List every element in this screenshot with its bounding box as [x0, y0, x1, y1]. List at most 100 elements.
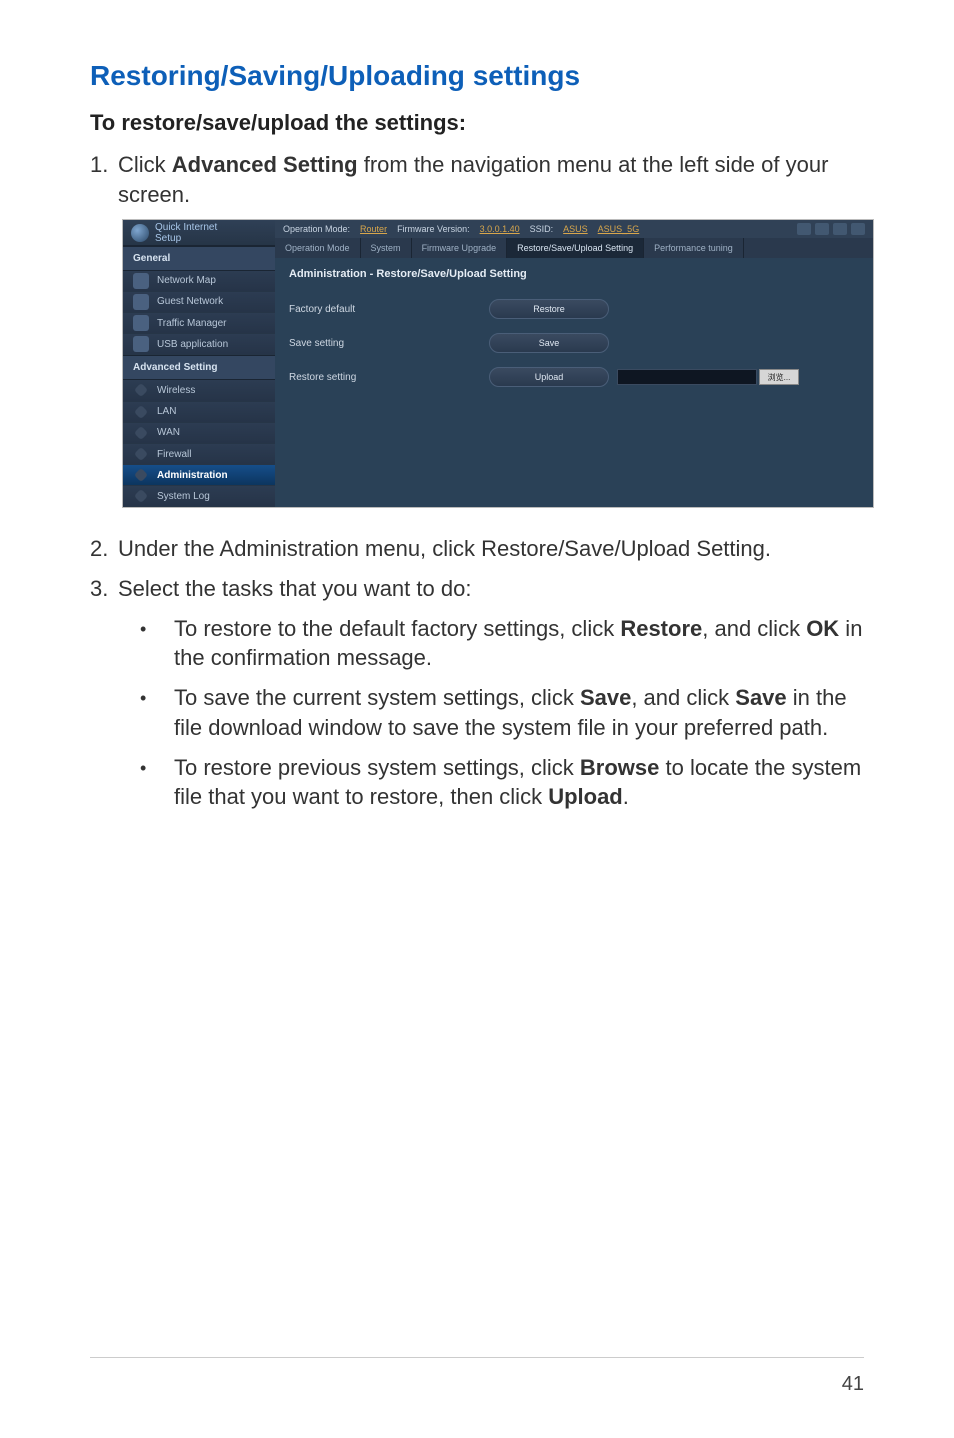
- opmode-label: Operation Mode:: [283, 224, 350, 234]
- tray-icon-1[interactable]: [797, 223, 811, 235]
- nav-wan-label: WAN: [157, 427, 180, 438]
- sidebar-item-administration[interactable]: Administration: [123, 465, 275, 486]
- guest-network-icon: [133, 294, 149, 310]
- ssid-label: SSID:: [530, 224, 554, 234]
- section-general: General: [123, 246, 275, 271]
- restore-setting-label: Restore setting: [289, 372, 489, 383]
- network-map-icon: [133, 273, 149, 289]
- nav-syslog-label: System Log: [157, 491, 210, 502]
- administration-icon: [134, 468, 148, 482]
- footer-divider: [90, 1357, 864, 1358]
- step-1-text: Click Advanced Setting from the navigati…: [118, 150, 864, 209]
- b2-b: Save: [580, 685, 631, 710]
- ssid-value-1[interactable]: ASUS: [563, 224, 588, 234]
- bullet-3-dot: •: [140, 753, 174, 812]
- wireless-icon: [134, 383, 148, 397]
- panel-title: Administration - Restore/Save/Upload Set…: [289, 268, 859, 280]
- step-3-text: Select the tasks that you want to do:: [118, 574, 864, 604]
- page-subtitle: To restore/save/upload the settings:: [90, 110, 864, 136]
- row-save-setting: Save setting Save: [289, 328, 859, 358]
- sidebar-item-wan[interactable]: WAN: [123, 423, 275, 444]
- wan-icon: [134, 426, 148, 440]
- ssid-value-2[interactable]: ASUS_5G: [598, 224, 640, 234]
- sidebar-item-system-log[interactable]: System Log: [123, 486, 275, 507]
- step-1: 1. Click Advanced Setting from the navig…: [90, 150, 864, 209]
- step-1-text-b: Advanced Setting: [172, 152, 358, 177]
- fw-label: Firmware Version:: [397, 224, 470, 234]
- b1-b: Restore: [620, 616, 702, 641]
- step-1-text-a: Click: [118, 152, 172, 177]
- nav-wireless-label: Wireless: [157, 385, 195, 396]
- row-restore-setting: Restore setting Upload 浏览...: [289, 362, 859, 392]
- quick-internet-setup[interactable]: Quick Internet Setup: [123, 220, 275, 245]
- bullet-2: • To save the current system settings, c…: [140, 683, 864, 742]
- qis-label-line1: Quick Internet: [155, 222, 217, 233]
- bullet-2-text: To save the current system settings, cli…: [174, 683, 864, 742]
- step-2-text: Under the Administration menu, click Res…: [118, 534, 864, 564]
- b3-e: .: [623, 784, 629, 809]
- usb-app-icon: [133, 336, 149, 352]
- lan-icon: [134, 405, 148, 419]
- b1-c: , and click: [702, 616, 806, 641]
- tab-system[interactable]: System: [361, 238, 412, 258]
- qis-label-line2: Setup: [155, 233, 217, 244]
- sidebar-item-network-map[interactable]: Network Map: [123, 271, 275, 292]
- tray-icon-4[interactable]: [851, 223, 865, 235]
- tray-icon-3[interactable]: [833, 223, 847, 235]
- traffic-manager-icon: [133, 315, 149, 331]
- factory-default-label: Factory default: [289, 304, 489, 315]
- bullet-1-dot: •: [140, 614, 174, 673]
- sidebar-item-guest-network[interactable]: Guest Network: [123, 292, 275, 313]
- nav-guest-label: Guest Network: [157, 296, 223, 307]
- sidebar-item-firewall[interactable]: Firewall: [123, 444, 275, 465]
- step-3: 3. Select the tasks that you want to do:: [90, 574, 864, 604]
- sidebar-item-wireless[interactable]: Wireless: [123, 380, 275, 401]
- tray-icon-2[interactable]: [815, 223, 829, 235]
- nav-lan-label: LAN: [157, 406, 176, 417]
- upload-button[interactable]: Upload: [489, 367, 609, 387]
- bullet-1: • To restore to the default factory sett…: [140, 614, 864, 673]
- system-log-icon: [134, 489, 148, 503]
- bullet-1-text: To restore to the default factory settin…: [174, 614, 864, 673]
- qis-label: Quick Internet Setup: [155, 222, 217, 244]
- nav-network-map-label: Network Map: [157, 275, 216, 286]
- step-1-number: 1.: [90, 150, 118, 209]
- page-number: 41: [842, 1373, 864, 1396]
- sidebar-item-usb-application[interactable]: USB application: [123, 334, 275, 355]
- restore-button[interactable]: Restore: [489, 299, 609, 319]
- router-sidebar: Quick Internet Setup General Network Map…: [123, 220, 275, 507]
- b2-a: To save the current system settings, cli…: [174, 685, 580, 710]
- sidebar-item-traffic-manager[interactable]: Traffic Manager: [123, 313, 275, 334]
- row-factory-default: Factory default Restore: [289, 294, 859, 324]
- browse-button[interactable]: 浏览...: [759, 369, 799, 385]
- opmode-value[interactable]: Router: [360, 224, 387, 234]
- nav-usb-label: USB application: [157, 339, 228, 350]
- sidebar-item-lan[interactable]: LAN: [123, 402, 275, 423]
- tab-restore-save-upload[interactable]: Restore/Save/Upload Setting: [507, 238, 644, 258]
- b1-a: To restore to the default factory settin…: [174, 616, 620, 641]
- tab-firmware-upgrade[interactable]: Firmware Upgrade: [412, 238, 508, 258]
- step-2-number: 2.: [90, 534, 118, 564]
- settings-panel: Administration - Restore/Save/Upload Set…: [275, 258, 873, 507]
- b2-c: , and click: [631, 685, 735, 710]
- save-button[interactable]: Save: [489, 333, 609, 353]
- bullet-3: • To restore previous system settings, c…: [140, 753, 864, 812]
- b3-b: Browse: [580, 755, 659, 780]
- tab-operation-mode[interactable]: Operation Mode: [275, 238, 361, 258]
- router-screenshot: Quick Internet Setup General Network Map…: [122, 219, 874, 508]
- bullet-2-dot: •: [140, 683, 174, 742]
- b1-d: OK: [806, 616, 839, 641]
- nav-traffic-label: Traffic Manager: [157, 318, 226, 329]
- firewall-icon: [134, 447, 148, 461]
- qis-icon: [131, 224, 149, 242]
- tab-bar: Operation Mode System Firmware Upgrade R…: [275, 238, 873, 258]
- nav-firewall-label: Firewall: [157, 449, 191, 460]
- save-setting-label: Save setting: [289, 338, 489, 349]
- section-advanced: Advanced Setting: [123, 355, 275, 380]
- file-path-input[interactable]: [617, 369, 757, 385]
- router-main: Operation Mode: Router Firmware Version:…: [275, 220, 873, 507]
- tab-performance-tuning[interactable]: Performance tuning: [644, 238, 744, 258]
- nav-admin-label: Administration: [157, 470, 228, 481]
- step-3-number: 3.: [90, 574, 118, 604]
- fw-value[interactable]: 3.0.0.1.40: [480, 224, 520, 234]
